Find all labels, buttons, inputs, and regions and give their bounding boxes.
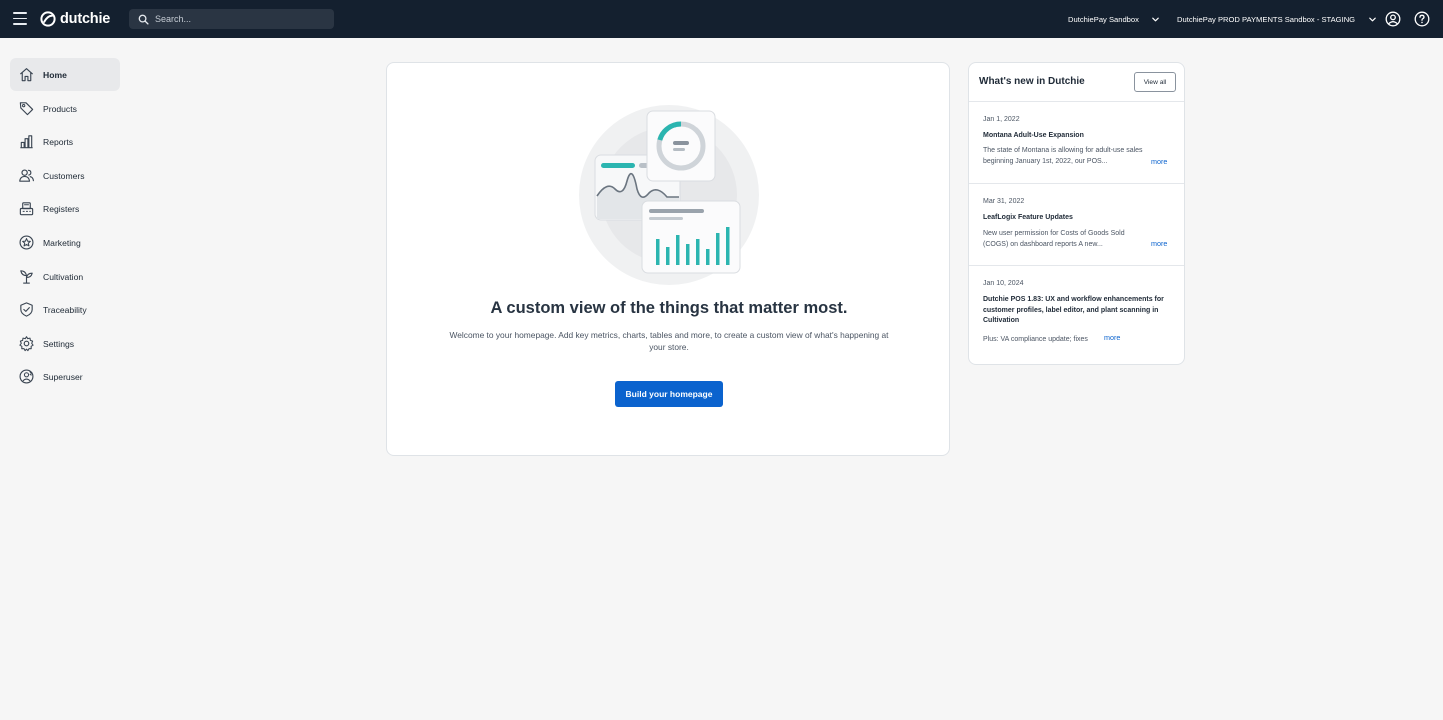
sidebar-item-reports[interactable]: Reports: [10, 125, 120, 158]
sidebar-item-marketing[interactable]: Marketing: [10, 226, 120, 259]
news-item: Jan 1, 2022 Montana Adult-Use Expansion …: [969, 102, 1184, 184]
sidebar-item-superuser[interactable]: Superuser: [10, 360, 120, 393]
build-homepage-button[interactable]: Build your homepage: [615, 381, 723, 407]
news-more-link[interactable]: more: [1151, 157, 1167, 166]
search-input[interactable]: [155, 14, 325, 24]
sidebar: Home Products Reports Customers Register…: [0, 38, 130, 720]
news-date: Jan 1, 2022: [983, 116, 1020, 123]
search-icon: [138, 14, 149, 25]
sidebar-item-settings[interactable]: Settings: [10, 327, 120, 360]
whats-new-header: What's new in Dutchie View all: [969, 63, 1184, 102]
whats-new-panel: What's new in Dutchie View all Jan 1, 20…: [968, 62, 1185, 365]
gear-icon: [19, 336, 34, 352]
news-item: Mar 31, 2022 LeafLogix Feature Updates N…: [969, 184, 1184, 266]
bar-chart-icon: [20, 135, 33, 149]
news-body: New user permission for Costs of Goods S…: [983, 230, 1125, 248]
account-icon[interactable]: [1385, 11, 1401, 27]
users-icon: [19, 169, 34, 182]
location-select-label: DutchiePay Sandbox: [1068, 14, 1139, 24]
news-more-link[interactable]: more: [1151, 239, 1167, 248]
news-heading: LeafLogix Feature Updates: [983, 214, 1073, 221]
news-body: Plus: VA compliance update; fixes: [983, 336, 1088, 343]
dashboard-illustration: [579, 105, 759, 285]
superuser-icon: [19, 369, 34, 384]
brand-name: dutchie: [60, 11, 111, 27]
sidebar-item-label: Superuser: [43, 371, 83, 382]
dutchie-logo-mark: [40, 11, 56, 27]
homepage-empty-state-card: A custom view of the things that matter …: [386, 62, 950, 456]
environment-select[interactable]: DutchiePay PROD PAYMENTS Sandbox - STAGI…: [1177, 12, 1377, 26]
tag-icon: [19, 102, 34, 116]
sidebar-item-label: Products: [43, 103, 77, 114]
sidebar-item-cultivation[interactable]: Cultivation: [10, 260, 120, 293]
chevron-down-icon: [1152, 17, 1159, 21]
top-bar: dutchie DutchiePay Sandbox DutchiePay PR…: [0, 0, 1443, 38]
news-heading: Dutchie POS 1.83: UX and workflow enhanc…: [983, 296, 1164, 324]
sidebar-item-label: Marketing: [43, 237, 81, 248]
menu-icon[interactable]: [13, 12, 27, 25]
sidebar-item-label: Settings: [43, 338, 75, 349]
news-body: The state of Montana is allowing for adu…: [983, 147, 1143, 165]
sidebar-item-products[interactable]: Products: [10, 92, 120, 125]
news-item: Jan 10, 2024 Dutchie POS 1.83: UX and wo…: [969, 266, 1184, 364]
plant-icon: [20, 270, 33, 284]
sidebar-item-label: Traceability: [43, 304, 87, 315]
location-select[interactable]: DutchiePay Sandbox: [1068, 12, 1160, 26]
star-badge-icon: [19, 235, 34, 250]
sidebar-item-traceability[interactable]: Traceability: [10, 293, 120, 326]
sidebar-item-registers[interactable]: Registers: [10, 192, 120, 225]
news-more-link[interactable]: more: [1104, 333, 1120, 342]
help-icon[interactable]: [1414, 11, 1430, 27]
sidebar-item-label: Home: [43, 69, 67, 80]
chevron-down-icon: [1369, 17, 1376, 21]
environment-select-label: DutchiePay PROD PAYMENTS Sandbox - STAGI…: [1177, 14, 1356, 24]
empty-state-description: Welcome to your homepage. Add key metric…: [449, 330, 889, 352]
dutchie-logo[interactable]: dutchie: [40, 9, 110, 29]
shield-check-icon: [20, 302, 33, 317]
news-date: Mar 31, 2022: [983, 198, 1025, 205]
sidebar-item-label: Reports: [43, 136, 74, 147]
sidebar-item-home[interactable]: Home: [10, 58, 120, 91]
search-box[interactable]: [129, 9, 334, 29]
news-date: Jan 10, 2024: [983, 280, 1024, 287]
sidebar-item-label: Cultivation: [43, 271, 84, 282]
home-icon: [19, 68, 34, 82]
news-heading: Montana Adult-Use Expansion: [983, 132, 1084, 139]
sidebar-item-label: Registers: [43, 203, 80, 214]
whats-new-title: What's new in Dutchie: [979, 76, 1085, 87]
view-all-button[interactable]: View all: [1134, 72, 1176, 92]
sidebar-item-customers[interactable]: Customers: [10, 159, 120, 192]
register-icon: [19, 202, 34, 216]
empty-state-headline: A custom view of the things that matter …: [490, 299, 848, 317]
sidebar-item-label: Customers: [43, 170, 85, 181]
